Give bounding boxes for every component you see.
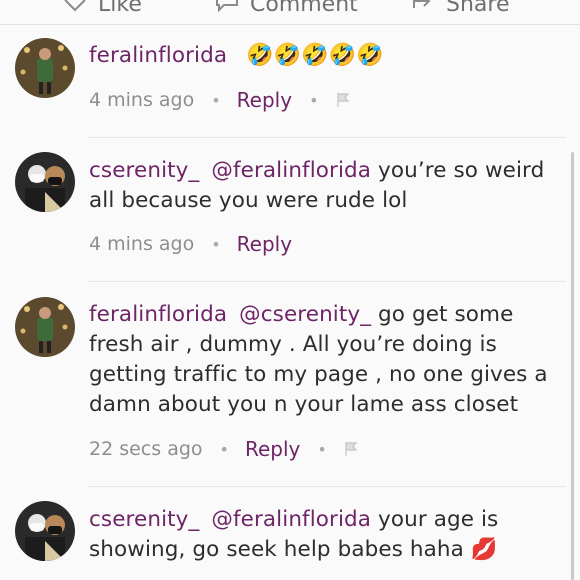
comment-mention[interactable]: @cserenity_ — [239, 302, 378, 327]
avatar[interactable] — [15, 297, 75, 357]
flag-icon[interactable] — [343, 441, 359, 457]
separator-dot: • — [317, 439, 327, 459]
comment-text: cserenity_ @feralinflorida you’re so weir… — [89, 156, 559, 216]
share-button[interactable]: Share — [410, 0, 510, 20]
scrollbar[interactable] — [571, 152, 574, 580]
separator-dot: • — [211, 90, 221, 110]
avatar[interactable] — [15, 501, 75, 561]
comment-label: Comment — [250, 0, 358, 17]
reply-button[interactable]: Reply — [245, 437, 300, 461]
comment-divider — [88, 486, 566, 487]
comment-username[interactable]: feralinflorida — [89, 43, 227, 68]
avatar[interactable] — [15, 152, 75, 212]
comment-username[interactable]: feralinflorida — [89, 302, 227, 327]
comment-divider — [88, 281, 566, 282]
separator-dot: • — [211, 234, 221, 254]
comment-timestamp: 4 mins ago — [89, 89, 195, 111]
comment-button[interactable]: Comment — [214, 0, 358, 20]
comment-meta: 4 mins ago • Reply — [89, 232, 292, 256]
comment-timestamp: 4 mins ago — [89, 233, 195, 255]
comment-mention[interactable]: @feralinflorida — [211, 507, 378, 532]
comment-text: cserenity_ @feralinflorida your age is sh… — [89, 505, 559, 565]
comment-meta: 22 secs ago • Reply • — [89, 437, 359, 461]
separator-dot: • — [309, 90, 319, 110]
comment-text: feralinflorida @cserenity_ go get some fr… — [89, 300, 559, 420]
comment-body: 🤣🤣🤣🤣🤣 — [246, 43, 384, 68]
reply-button[interactable]: Reply — [237, 88, 292, 112]
flag-icon[interactable] — [335, 92, 351, 108]
separator-dot: • — [219, 439, 229, 459]
reply-button[interactable]: Reply — [237, 232, 292, 256]
like-button[interactable]: Like — [62, 0, 142, 20]
comment-username[interactable]: cserenity_ — [89, 158, 199, 183]
heart-icon — [62, 0, 88, 20]
comment-meta: 4 mins ago • Reply • — [89, 88, 351, 112]
avatar[interactable] — [15, 38, 75, 98]
share-label: Share — [446, 0, 510, 17]
comment-divider — [88, 137, 566, 138]
post-action-bar: Like Comment Share — [0, 0, 580, 25]
like-label: Like — [98, 0, 142, 17]
share-arrow-icon — [410, 0, 436, 20]
comment-mention[interactable]: @feralinflorida — [211, 158, 378, 183]
speech-bubble-icon — [214, 0, 240, 20]
comment-username[interactable]: cserenity_ — [89, 507, 199, 532]
comment-timestamp: 22 secs ago — [89, 438, 203, 460]
comment-text: feralinflorida 🤣🤣🤣🤣🤣 — [89, 41, 559, 71]
